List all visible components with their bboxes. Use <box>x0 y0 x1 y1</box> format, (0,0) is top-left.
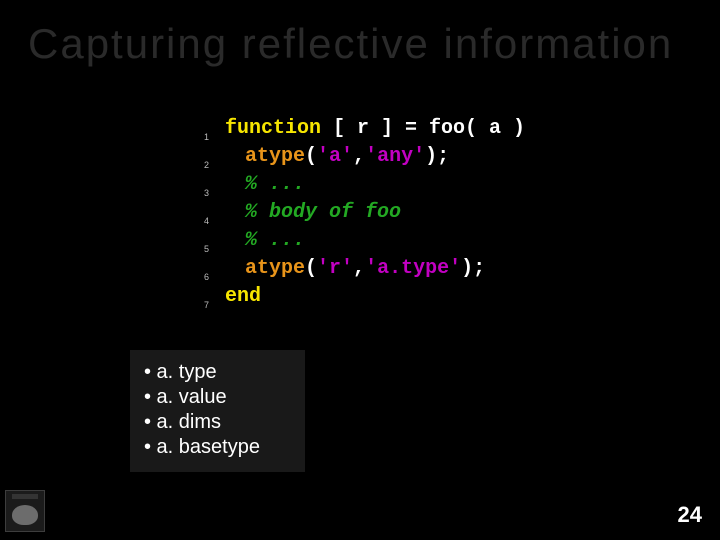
list-item: • a. basetype <box>144 435 260 460</box>
list-item: • a. value <box>144 385 260 410</box>
line-number: 6 <box>195 263 209 291</box>
logo-icon <box>5 490 45 532</box>
code-line: end <box>225 283 261 311</box>
line-number: 5 <box>195 235 209 263</box>
slide: Capturing reflective information 1 functi… <box>0 0 720 540</box>
line-number: 1 <box>195 123 209 151</box>
line-number: 7 <box>195 291 209 319</box>
code-line: atype('a','any'); <box>245 143 449 171</box>
line-number: 3 <box>195 179 209 207</box>
bullet-list: • a. type• a. value• a. dims• a. basetyp… <box>130 350 305 472</box>
code-line: % body of foo <box>245 199 401 227</box>
code-line: % ... <box>245 227 305 255</box>
line-number: 4 <box>195 207 209 235</box>
line-number: 2 <box>195 151 209 179</box>
list-item: • a. dims <box>144 410 260 435</box>
code-line: atype('r','a.type'); <box>245 255 485 283</box>
slide-title: Capturing reflective information <box>28 20 673 68</box>
page-number: 24 <box>678 502 702 528</box>
code-line: % ... <box>245 171 305 199</box>
code-line: function [ r ] = foo( a ) <box>225 115 525 143</box>
list-item: • a. type <box>144 360 260 385</box>
